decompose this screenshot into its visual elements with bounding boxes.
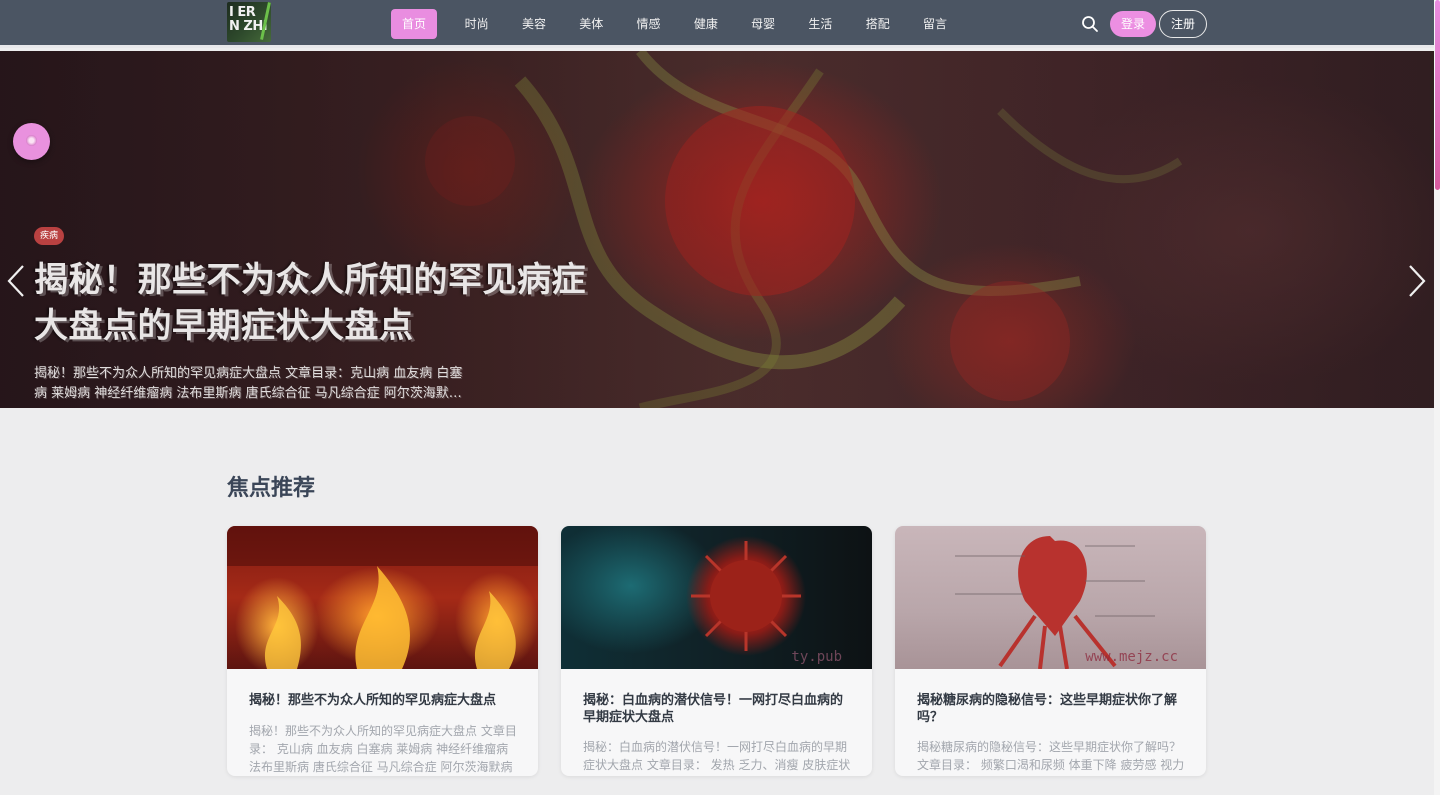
hero-category-tag[interactable]: 疾病 [34, 227, 65, 245]
register-button[interactable]: 注册 [1159, 10, 1207, 38]
article-card-desc: 揭秘糖尿病的隐秘信号：这些早期症状你了解吗？ 文章目录： 频繁口渴和尿频 体重下… [917, 740, 1185, 772]
nav-item-home[interactable]: 首页 [391, 9, 437, 39]
virus-illustration [691, 541, 801, 651]
nav-item-life[interactable]: 生活 [792, 9, 849, 39]
image-watermark: ty.pub [791, 649, 842, 665]
section-title: 焦点推荐 [227, 476, 316, 501]
nav-item-maternal[interactable]: 母婴 [734, 9, 791, 39]
hero-title[interactable]: 揭秘！那些不为众人所知的罕见病症大盘点的早期症状大盘点 [34, 257, 594, 349]
article-card-title[interactable]: 揭秘糖尿病的隐秘信号：这些早期症状你了解吗？ [917, 692, 1187, 726]
nav-item-emotion[interactable]: 情感 [620, 9, 677, 39]
search-icon[interactable] [1081, 15, 1099, 33]
article-card-image[interactable] [227, 526, 538, 669]
article-card[interactable]: www.mejz.cc 揭秘糖尿病的隐秘信号：这些早期症状你了解吗？ 揭秘糖尿病… [895, 526, 1206, 776]
article-card-image[interactable]: ty.pub [561, 526, 872, 669]
hero-description: 揭秘！那些不为众人所知的罕见病症大盘点 文章目录：克山病 血友病 白塞病 莱姆病… [34, 366, 463, 401]
login-button[interactable]: 登录 [1110, 11, 1156, 37]
nav-item-message[interactable]: 留言 [906, 9, 963, 39]
logo-line-1: I ER [229, 5, 256, 20]
image-watermark: www.mejz.cc [1085, 649, 1178, 665]
chevron-left-icon[interactable] [5, 263, 27, 299]
heart-anatomy-illustration [955, 536, 1155, 669]
nav-item-outfit[interactable]: 搭配 [849, 9, 906, 39]
hero-overlay [0, 51, 1434, 408]
article-card-desc: 揭秘！那些不为众人所知的罕见病症大盘点 文章目录： 克山病 血友病 白塞病 莱姆… [249, 724, 517, 774]
fire-scene-illustration [227, 526, 538, 669]
article-card[interactable]: ty.pub 揭秘：白血病的潜伏信号！一网打尽白血病的早期症状大盘点 揭秘：白血… [561, 526, 872, 776]
floating-menu-button[interactable] [13, 123, 50, 160]
article-card-desc: 揭秘：白血病的潜伏信号！一网打尽白血病的早期症状大盘点 文章目录： 发热 乏力、… [583, 740, 851, 772]
nav-item-body[interactable]: 美体 [563, 9, 620, 39]
article-card-image[interactable]: www.mejz.cc [895, 526, 1206, 669]
chevron-right-icon[interactable] [1406, 263, 1428, 299]
article-card[interactable]: 揭秘！那些不为众人所知的罕见病症大盘点 揭秘！那些不为众人所知的罕见病症大盘点 … [227, 526, 538, 776]
flower-icon [26, 135, 37, 146]
article-card-title[interactable]: 揭秘！那些不为众人所知的罕见病症大盘点 [249, 692, 519, 709]
main-nav: 首页 时尚 美容 美体 情感 健康 母婴 生活 搭配 留言 [391, 9, 964, 39]
article-card-title[interactable]: 揭秘：白血病的潜伏信号！一网打尽白血病的早期症状大盘点 [583, 692, 853, 726]
nav-item-health[interactable]: 健康 [677, 9, 734, 39]
hero-carousel[interactable]: 疾病 揭秘！那些不为众人所知的罕见病症大盘点的早期症状大盘点 揭秘！那些不为众人… [0, 51, 1434, 408]
top-navbar: I ER N ZHI 首页 时尚 美容 美体 情感 健康 母婴 生活 搭配 留言… [0, 0, 1434, 48]
scrollbar-thumb[interactable] [1435, 0, 1440, 190]
site-logo[interactable]: I ER N ZHI [227, 2, 271, 42]
nav-item-beauty[interactable]: 美容 [505, 9, 562, 39]
nav-item-fashion[interactable]: 时尚 [448, 9, 505, 39]
